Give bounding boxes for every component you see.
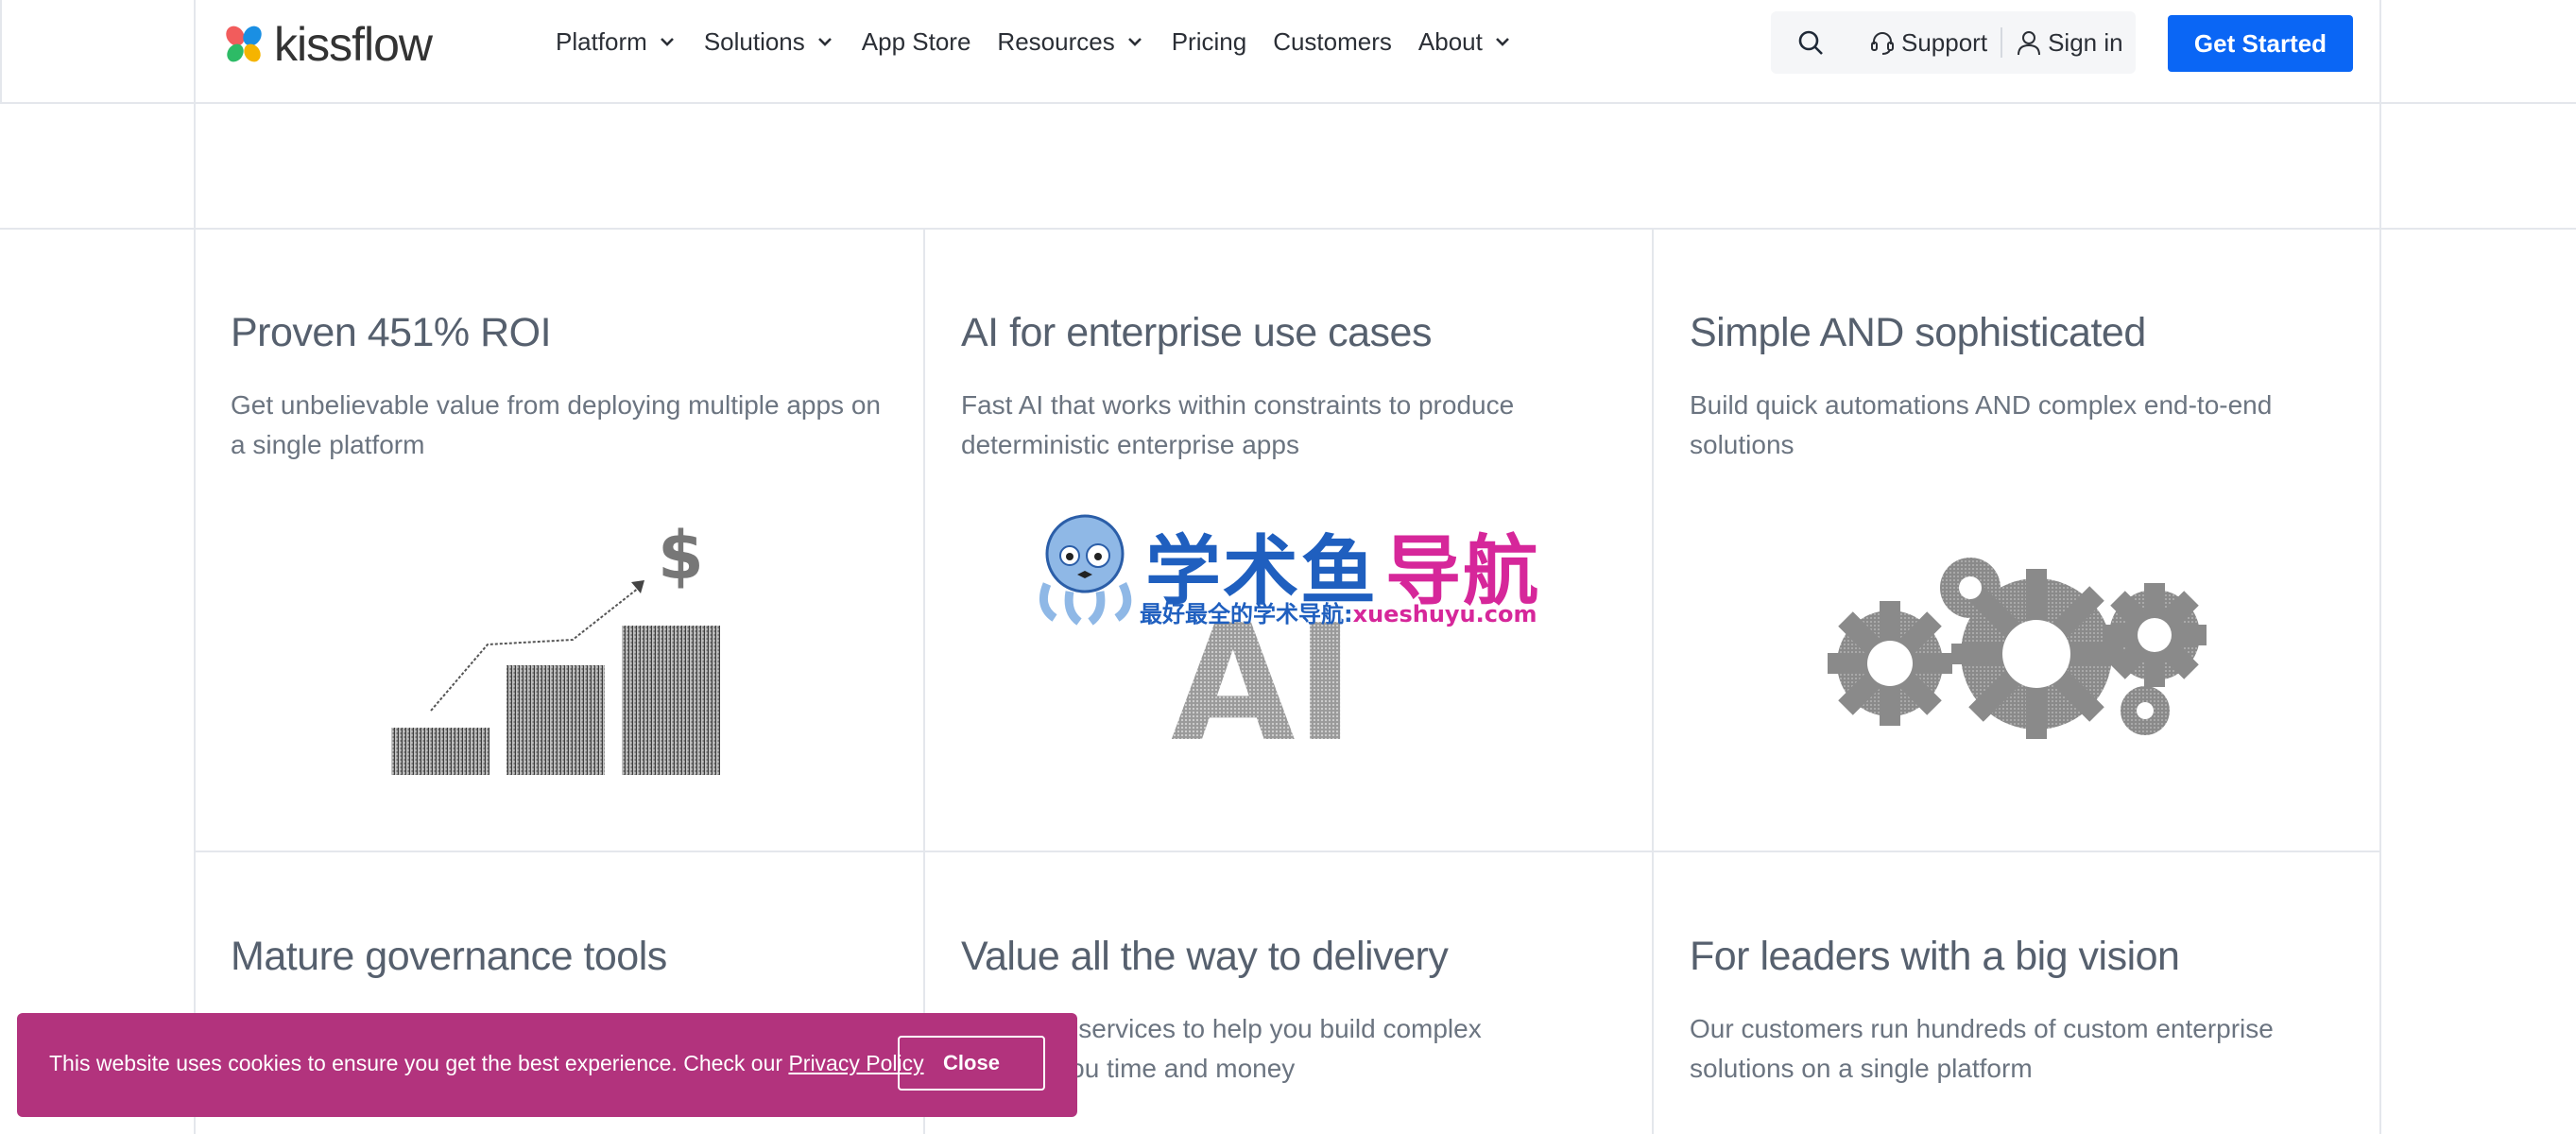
- nav-label: Platform: [556, 26, 647, 56]
- cookie-close-button[interactable]: Close: [898, 1036, 1045, 1091]
- logo-text: kissflow: [274, 18, 433, 71]
- card-description-line2: ing you time and money: [1014, 1054, 1296, 1083]
- xueshuyu-watermark: 学术鱼 导航 最好最全的学术导航:xueshuyu.com: [1028, 508, 1548, 631]
- cookie-text: This website uses cookies to ensure you …: [49, 1051, 783, 1075]
- card-title: For leaders with a big vision: [1690, 934, 2180, 979]
- support-label: Support: [1901, 27, 1988, 57]
- card-title: AI for enterprise use cases: [961, 310, 1432, 355]
- grid-line: [0, 0, 2, 104]
- headset-icon: [1871, 32, 1894, 55]
- nav-resources[interactable]: Resources: [997, 27, 1144, 57]
- support-link[interactable]: Support: [1869, 28, 1987, 58]
- chevron-down-icon: [817, 38, 832, 46]
- card-description: Get unbelievable value from deploying mu…: [231, 390, 881, 459]
- utility-bar: Support Sign in: [1771, 11, 2136, 74]
- nav-app-store[interactable]: App Store: [862, 27, 971, 57]
- cookie-message: This website uses cookies to ensure you …: [49, 1051, 924, 1076]
- card-description: dable services to help you build complex: [1006, 1014, 1482, 1043]
- sign-in-link[interactable]: Sign in: [2016, 28, 2123, 58]
- card-description: Our customers run hundreds of custom ent…: [1690, 1014, 2274, 1083]
- kissflow-logo[interactable]: kissflow: [223, 17, 433, 72]
- feature-card-simple: Simple AND sophisticated Build quick aut…: [1654, 229, 2381, 850]
- nav-label: Customers: [1273, 26, 1392, 56]
- card-title: Mature governance tools: [231, 934, 667, 979]
- nav-solutions[interactable]: Solutions: [704, 27, 835, 57]
- gears-illustration: [1828, 558, 2207, 739]
- kissflow-butterfly-icon: [226, 26, 262, 62]
- nav-customers[interactable]: Customers: [1273, 27, 1392, 57]
- card-title: Value all the way to delivery: [961, 934, 1449, 979]
- user-icon: [2018, 31, 2041, 56]
- octopus-mascot-icon: [1039, 514, 1132, 626]
- nav-platform[interactable]: Platform: [556, 27, 678, 57]
- growth-chart-illustration: $: [391, 522, 720, 775]
- nav-pricing[interactable]: Pricing: [1172, 27, 1246, 57]
- main-nav: Platform Solutions App Store Resources P…: [556, 0, 1539, 83]
- get-started-button[interactable]: Get Started: [2168, 15, 2353, 72]
- chevron-down-icon: [1495, 38, 1509, 46]
- utility-divider: [2001, 27, 2003, 58]
- card-title: Simple AND sophisticated: [1690, 310, 2146, 355]
- sign-in-label: Sign in: [2048, 27, 2123, 57]
- chevron-down-icon: [1127, 38, 1142, 46]
- nav-label: About: [1417, 26, 1483, 56]
- card-description: Build quick automations AND complex end-…: [1690, 390, 2273, 459]
- chevron-down-icon: [660, 38, 674, 46]
- watermark-url: xueshuyu.com: [1352, 601, 1537, 627]
- nav-label: App Store: [861, 26, 971, 56]
- svg-text:$: $: [658, 522, 704, 594]
- search-icon[interactable]: [1795, 27, 1826, 58]
- nav-label: Pricing: [1171, 26, 1247, 56]
- nav-about[interactable]: About: [1418, 27, 1513, 57]
- card-description: Fast AI that works within constraints to…: [961, 390, 1515, 459]
- nav-label: Solutions: [703, 26, 805, 56]
- cookie-banner: This website uses cookies to ensure you …: [17, 1013, 1077, 1117]
- feature-card-roi: Proven 451% ROI Get unbelievable value f…: [195, 229, 922, 850]
- site-header: kissflow Platform Solutions App Store Re…: [0, 0, 2576, 104]
- watermark-subtitle: 最好最全的学术导航:xueshuyu.com: [1140, 595, 1537, 628]
- card-title: Proven 451% ROI: [231, 310, 552, 355]
- watermark-subtitle-text: 最好最全的学术导航:: [1140, 601, 1353, 627]
- feature-card-leaders: For leaders with a big vision Our custom…: [1654, 852, 2381, 1134]
- nav-label: Resources: [997, 26, 1115, 56]
